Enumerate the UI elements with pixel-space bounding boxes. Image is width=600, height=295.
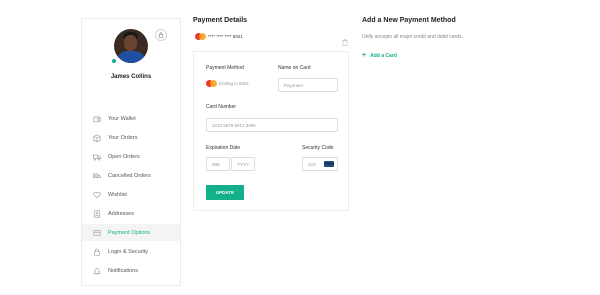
address-book-icon <box>93 209 101 218</box>
name-on-card-input[interactable]: Payoneer <box>278 78 338 92</box>
lock-icon[interactable] <box>155 29 167 41</box>
add-card-link[interactable]: + Add a Card <box>362 52 397 59</box>
sidebar-item-label: Your Wallet <box>108 115 136 122</box>
cancel-truck-icon <box>93 172 101 180</box>
sidebar-item-label: Your Orders <box>108 134 138 141</box>
wallet-icon <box>93 115 101 123</box>
expiry-year-input[interactable]: YYYY <box>231 157 255 171</box>
add-card-label: Add a Card <box>370 52 397 59</box>
name-on-card-label: Name on Card <box>278 65 311 71</box>
saved-card-summary[interactable]: **** **** **** 5021 <box>195 33 243 40</box>
account-sidebar: James Collins Your Wallet Your Orders Op… <box>81 18 181 286</box>
expiry-month-input[interactable]: MM <box>206 157 230 171</box>
cvv-card-icon <box>324 161 334 167</box>
expiration-date-label: Expiration Date <box>206 145 241 151</box>
sidebar-item-label: Addresses <box>108 210 134 217</box>
sidebar-item-cancelled-orders[interactable]: Cancelled Orders <box>82 167 180 184</box>
plus-icon: + <box>362 52 367 59</box>
bell-icon <box>93 267 101 275</box>
sidebar-item-wishlist[interactable]: Wishlist <box>82 186 180 203</box>
sidebar-item-label: Cancelled Orders <box>108 172 151 179</box>
sidebar-menu: Your Wallet Your Orders Open Orders Canc… <box>82 108 180 279</box>
security-code-input[interactable]: 123 <box>302 157 338 171</box>
avatar <box>114 29 148 63</box>
add-payment-method-title: Add a New Payment Method <box>362 17 456 24</box>
user-name: James Collins <box>110 74 152 80</box>
mastercard-icon <box>206 80 217 87</box>
update-button[interactable]: UPDATE <box>206 185 244 200</box>
sidebar-item-wallet[interactable]: Your Wallet <box>82 110 180 127</box>
sidebar-item-label: Login & Security <box>108 248 149 255</box>
security-code-label: Security Code <box>302 145 334 151</box>
sidebar-item-orders[interactable]: Your Orders <box>82 129 180 146</box>
trash-icon[interactable] <box>342 33 348 46</box>
sidebar-item-notifications[interactable]: Notifications <box>82 262 180 279</box>
saved-card-number: **** **** **** 5021 <box>208 34 243 39</box>
payment-method-value: Ending in 5021 <box>206 80 249 87</box>
sidebar-item-payment-options[interactable]: Payment Options <box>82 224 180 241</box>
sidebar-item-login-security[interactable]: Login & Security <box>82 243 180 260</box>
payment-details-title: Payment Details <box>193 17 248 24</box>
orders-icon <box>93 133 101 142</box>
status-dot-icon <box>112 59 116 63</box>
sidebar-item-label: Notifications <box>108 267 138 274</box>
payment-icon <box>93 229 101 237</box>
lock-icon <box>93 248 101 256</box>
payment-form: Payment Method Ending in 5021 Name on Ca… <box>193 51 349 211</box>
sidebar-item-label: Wishlist <box>108 191 127 198</box>
heart-icon <box>93 191 101 199</box>
card-number-label: Card Number <box>206 104 237 110</box>
truck-icon <box>93 153 101 161</box>
sidebar-item-open-orders[interactable]: Open Orders <box>82 148 180 165</box>
card-number-input[interactable]: 1234 5678 9012 3456 <box>206 118 338 132</box>
sidebar-item-addresses[interactable]: Addresses <box>82 205 180 222</box>
sidebar-item-label: Payment Options <box>108 229 151 236</box>
add-payment-method-description: Unify accepts all major credit and debit… <box>362 34 463 40</box>
mastercard-icon <box>195 33 206 40</box>
payment-method-label: Payment Method <box>206 65 244 71</box>
sidebar-item-label: Open Orders <box>108 153 140 160</box>
